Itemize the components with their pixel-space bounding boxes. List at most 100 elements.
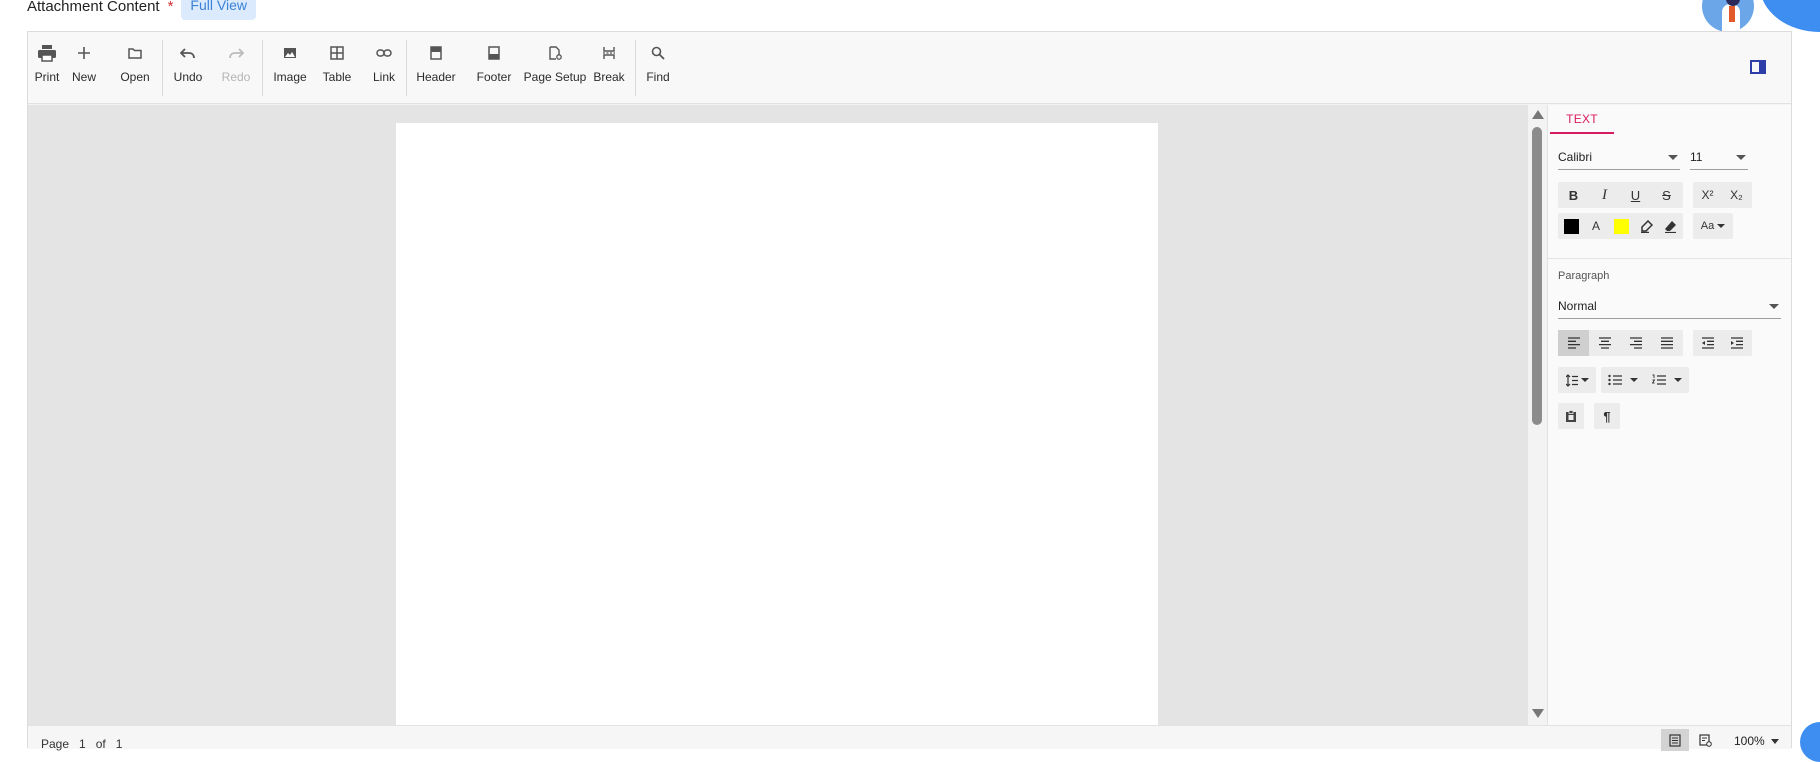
section-divider — [1548, 258, 1791, 259]
strikethrough-button[interactable]: S — [1651, 182, 1682, 208]
show-marks-group: ¶ — [1594, 403, 1620, 429]
redo-icon — [224, 40, 248, 66]
print-label: Print — [34, 70, 60, 84]
tab-text[interactable]: TEXT — [1550, 107, 1614, 134]
font-family-value: Calibri — [1558, 150, 1593, 164]
font-size-value: 11 — [1690, 150, 1703, 164]
black-swatch-icon — [1563, 218, 1579, 234]
paragraph-label: Paragraph — [1558, 270, 1610, 282]
paste-button[interactable] — [1558, 403, 1584, 429]
yellow-swatch-icon — [1613, 218, 1629, 234]
footer-icon — [482, 40, 506, 66]
break-label: Break — [593, 70, 625, 84]
page-setup-icon — [543, 40, 567, 66]
font-color-button[interactable]: A — [1584, 213, 1608, 239]
page-indicator: Page 1 of 1 — [41, 737, 122, 751]
field-header: Attachment Content * Full View — [27, 0, 256, 20]
align-center-button[interactable] — [1589, 330, 1620, 356]
italic-button[interactable]: I — [1589, 182, 1620, 208]
print-icon — [35, 40, 59, 66]
paragraph-style-value: Normal — [1558, 299, 1597, 313]
chevron-down-icon — [1580, 378, 1589, 382]
footer-label: Footer — [476, 70, 512, 84]
line-spacing-button[interactable] — [1558, 367, 1596, 393]
page-total: 1 — [115, 737, 123, 751]
properties-pane-toggle-icon[interactable] — [1750, 60, 1766, 74]
change-case-label: Aa — [1700, 220, 1715, 232]
font-family-select[interactable]: Calibri — [1558, 146, 1680, 170]
undo-icon — [176, 40, 200, 66]
table-label: Table — [322, 70, 352, 84]
page-setup-label: Page Setup — [523, 70, 587, 84]
required-mark: * — [167, 0, 174, 15]
align-center-icon — [1598, 337, 1611, 349]
plus-icon — [72, 40, 96, 66]
clear-format-button[interactable] — [1658, 213, 1682, 239]
zoom-select[interactable]: 100% — [1734, 734, 1779, 748]
link-button[interactable]: Link — [371, 36, 397, 96]
underline-button[interactable]: U — [1620, 182, 1651, 208]
align-right-button[interactable] — [1620, 330, 1651, 356]
undo-button[interactable]: Undo — [174, 36, 202, 96]
table-button[interactable]: Table — [321, 36, 353, 96]
highlight-button[interactable] — [1634, 213, 1658, 239]
document-editor: Print New Open Undo Redo Image Table Lin… — [27, 31, 1792, 751]
link-icon — [372, 40, 396, 66]
text-style-group: B I U S — [1558, 182, 1683, 208]
avatar[interactable] — [1702, 0, 1754, 32]
document-page[interactable] — [396, 123, 1158, 725]
print-button[interactable]: Print — [33, 36, 61, 96]
superscript-button[interactable]: X² — [1693, 182, 1722, 208]
image-label: Image — [273, 70, 307, 84]
page-number-input[interactable]: 1 — [79, 737, 86, 751]
indent-icon — [1730, 337, 1743, 349]
scrollbar-thumb[interactable] — [1532, 127, 1542, 425]
image-button[interactable]: Image — [273, 36, 307, 96]
break-button[interactable]: Break — [593, 36, 625, 96]
header-button[interactable]: Header — [415, 36, 457, 96]
web-layout-icon — [1698, 733, 1712, 747]
show-hide-marks-button[interactable]: ¶ — [1594, 403, 1620, 429]
image-icon — [278, 40, 302, 66]
change-case-group: Aa — [1693, 213, 1733, 239]
numbered-list-button[interactable] — [1645, 367, 1689, 393]
footer-button[interactable]: Footer — [475, 36, 513, 96]
subscript-button[interactable]: X₂ — [1722, 182, 1751, 208]
font-color-swatch[interactable] — [1558, 213, 1584, 239]
chevron-down-icon — [1674, 378, 1682, 382]
page-setup-button[interactable]: Page Setup — [523, 36, 587, 96]
line-spacing-icon — [1565, 373, 1578, 387]
full-view-button[interactable]: Full View — [181, 0, 256, 20]
bullet-list-button[interactable] — [1601, 367, 1645, 393]
bold-button[interactable]: B — [1558, 182, 1589, 208]
paste-group — [1558, 403, 1584, 429]
new-button[interactable]: New — [71, 36, 97, 96]
decrease-indent-button[interactable] — [1693, 330, 1722, 356]
scroll-up-arrow-icon[interactable] — [1532, 110, 1544, 119]
toolbar-divider — [162, 40, 163, 96]
chevron-down-icon — [1769, 304, 1779, 309]
scroll-down-arrow-icon[interactable] — [1532, 709, 1544, 718]
break-icon — [597, 40, 621, 66]
find-button[interactable]: Find — [645, 36, 671, 96]
highlight-color-swatch[interactable] — [1608, 213, 1634, 239]
vertical-scrollbar[interactable] — [1528, 105, 1547, 725]
change-case-button[interactable]: Aa — [1693, 213, 1733, 239]
font-size-select[interactable]: 11 — [1690, 146, 1748, 170]
avatar-tie — [1729, 6, 1735, 22]
increase-indent-button[interactable] — [1722, 330, 1751, 356]
toolbar-divider — [406, 40, 407, 96]
header-icon — [424, 40, 448, 66]
field-label: Attachment Content — [27, 0, 160, 15]
paragraph-style-select[interactable]: Normal — [1558, 295, 1781, 319]
redo-button[interactable]: Redo — [222, 36, 250, 96]
justify-button[interactable] — [1651, 330, 1682, 356]
align-left-button[interactable] — [1558, 330, 1589, 356]
document-canvas[interactable] — [28, 105, 1528, 725]
highlighter-icon — [1640, 219, 1653, 233]
folder-icon — [123, 40, 147, 66]
color-group: A — [1558, 213, 1683, 239]
alignment-group — [1558, 330, 1683, 356]
open-button[interactable]: Open — [120, 36, 150, 96]
help-widget[interactable] — [1800, 722, 1820, 762]
